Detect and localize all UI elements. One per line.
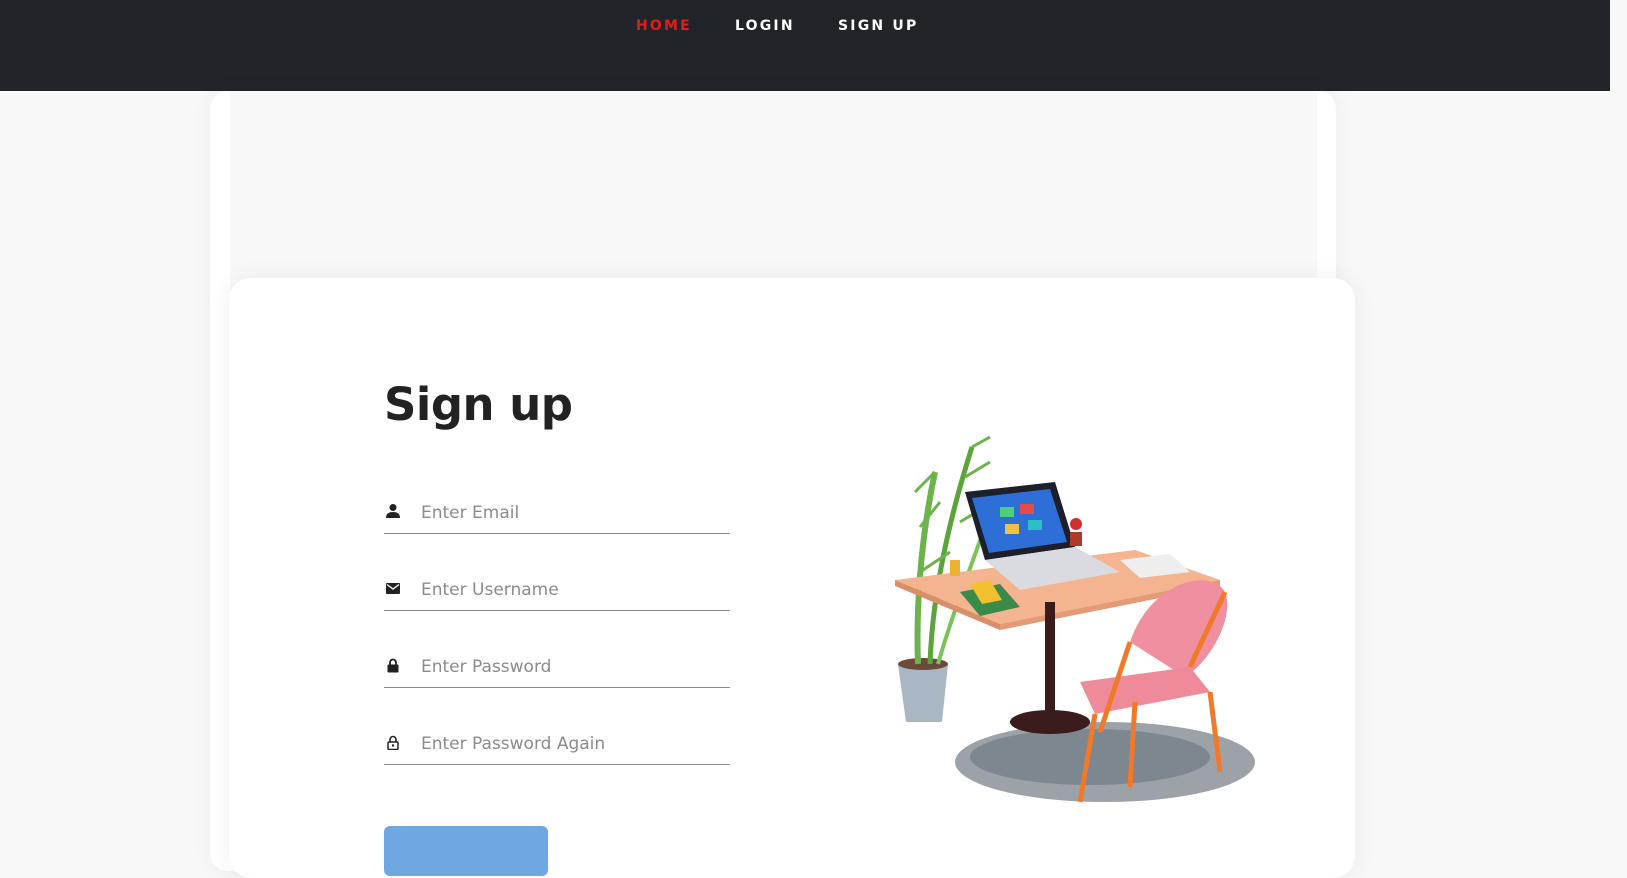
navbar: HOME LOGIN SIGN UP <box>0 0 1627 91</box>
user-icon <box>384 502 402 520</box>
email-field <box>384 494 730 534</box>
background-card-inner <box>230 91 1317 291</box>
username-input[interactable] <box>421 571 726 609</box>
email-input[interactable] <box>421 494 726 532</box>
password-input[interactable] <box>421 648 726 686</box>
lock-icon <box>384 656 402 674</box>
page-scrollbar[interactable] <box>1610 0 1627 851</box>
lock-open-icon <box>384 733 402 751</box>
password-field <box>384 648 730 688</box>
nav-home-link[interactable]: HOME <box>636 18 692 34</box>
page-title: Sign up <box>384 378 573 431</box>
envelope-icon <box>384 579 402 597</box>
desk-workspace-illustration <box>890 432 1270 822</box>
signup-submit-button[interactable] <box>384 826 548 876</box>
nav-signup-link[interactable]: SIGN UP <box>838 18 918 34</box>
nav-login-link[interactable]: LOGIN <box>735 18 795 34</box>
password-again-field <box>384 725 730 765</box>
username-field <box>384 571 730 611</box>
password-again-input[interactable] <box>421 725 726 763</box>
